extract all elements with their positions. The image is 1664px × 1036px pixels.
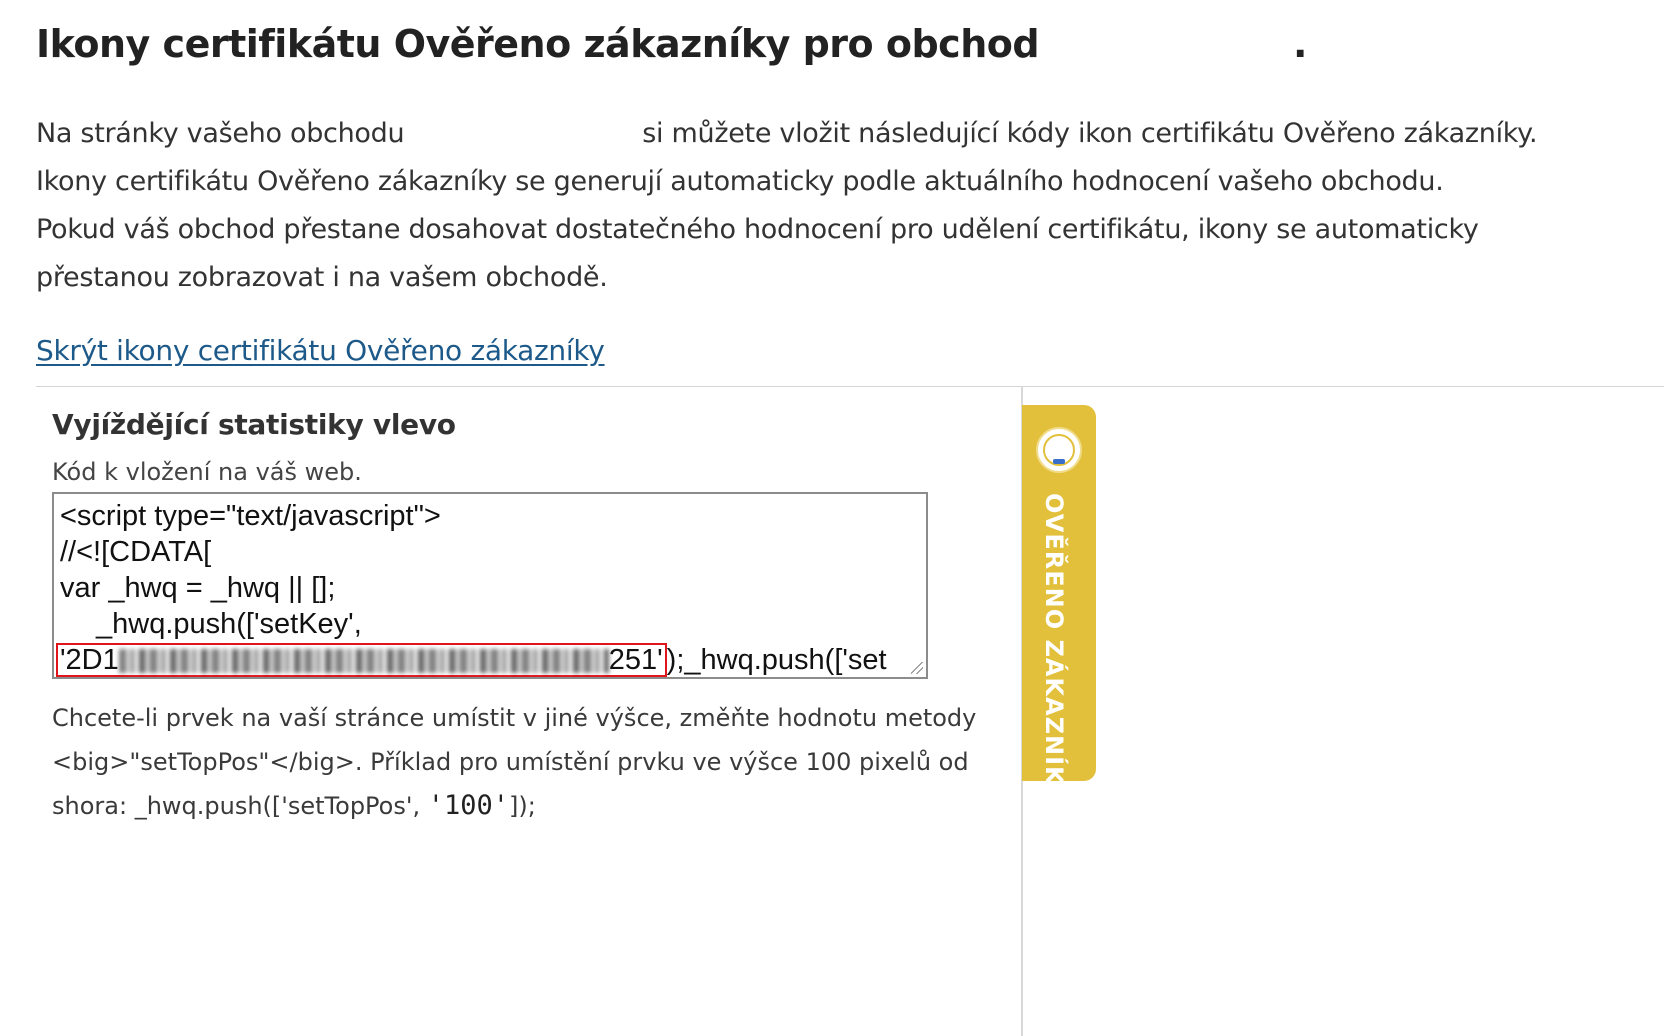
- help-line-3-start: shora: _hwq.push(['setTopPos',: [52, 792, 428, 820]
- intro-line-3: Pokud váš obchod přestane dosahovat dost…: [36, 214, 1479, 245]
- page-title: Ikony certifikátu Ověřeno zákazníky pro …: [36, 22, 1040, 66]
- api-key-start: '2D1: [60, 644, 119, 676]
- intro-line-1-start: Na stránky vašeho obchodu: [36, 118, 405, 149]
- seal-brand-mark: [1053, 459, 1065, 464]
- overeno-zakazniky-seal-icon: [1036, 427, 1082, 473]
- code-line-5: '2D1 251');_hwq.push(['set: [56, 642, 920, 677]
- code-line-1: <script type="text/javascript">: [60, 500, 441, 532]
- code-line-4: _hwq.push(['setKey',: [96, 608, 362, 640]
- page-title-end: .: [1293, 22, 1308, 66]
- help-line-1: Chcete-li prvek na vaší stránce umístit …: [52, 704, 977, 732]
- help-line-2: <big>"setTopPos"</big>. Příklad pro umís…: [52, 748, 969, 776]
- section-divider: [36, 386, 1664, 387]
- api-key-redacted: [118, 649, 609, 674]
- help-line-3-end: ]);: [509, 792, 536, 820]
- badge-label: OVĚŘENO ZÁKAZNÍKY: [1040, 493, 1068, 804]
- code-line-5-rest: );_hwq.push(['set: [666, 644, 887, 676]
- widget-subtitle: Kód k vložení na váš web.: [52, 458, 362, 486]
- resize-handle-icon[interactable]: [911, 662, 923, 674]
- embed-code-textarea[interactable]: <script type="text/javascript"> //<![CDA…: [52, 492, 928, 679]
- code-line-3: var _hwq = _hwq || [];: [60, 572, 336, 604]
- intro-line-1: Na stránky vašeho obchodu si můžete vloži…: [36, 110, 1636, 158]
- help-line-3: shora: _hwq.push(['setTopPos', '100']);: [52, 784, 952, 828]
- help-example-value: '100': [427, 790, 509, 821]
- intro-line-4: přestanou zobrazovat i na vašem obchodě.: [36, 262, 608, 293]
- intro-line-2: Ikony certifikátu Ověřeno zákazníky se g…: [36, 166, 1444, 197]
- code-line-2: //<![CDATA[: [60, 536, 212, 568]
- api-key-end: 251': [608, 644, 663, 676]
- overeno-zakazniky-badge[interactable]: OVĚŘENO ZÁKAZNÍKY: [1022, 405, 1096, 804]
- api-key-highlight: '2D1 251': [56, 643, 667, 677]
- intro-line-1-end: si můžete vložit následující kódy ikon c…: [642, 118, 1538, 149]
- intro-text: Na stránky vašeho obchodu si můžete vloži…: [36, 110, 1636, 302]
- widget-title: Vyjíždějící statistiky vlevo: [52, 408, 456, 441]
- help-text: Chcete-li prvek na vaší stránce umístit …: [52, 696, 977, 828]
- hide-icons-link[interactable]: Skrýt ikony certifikátu Ověřeno zákazník…: [36, 334, 605, 367]
